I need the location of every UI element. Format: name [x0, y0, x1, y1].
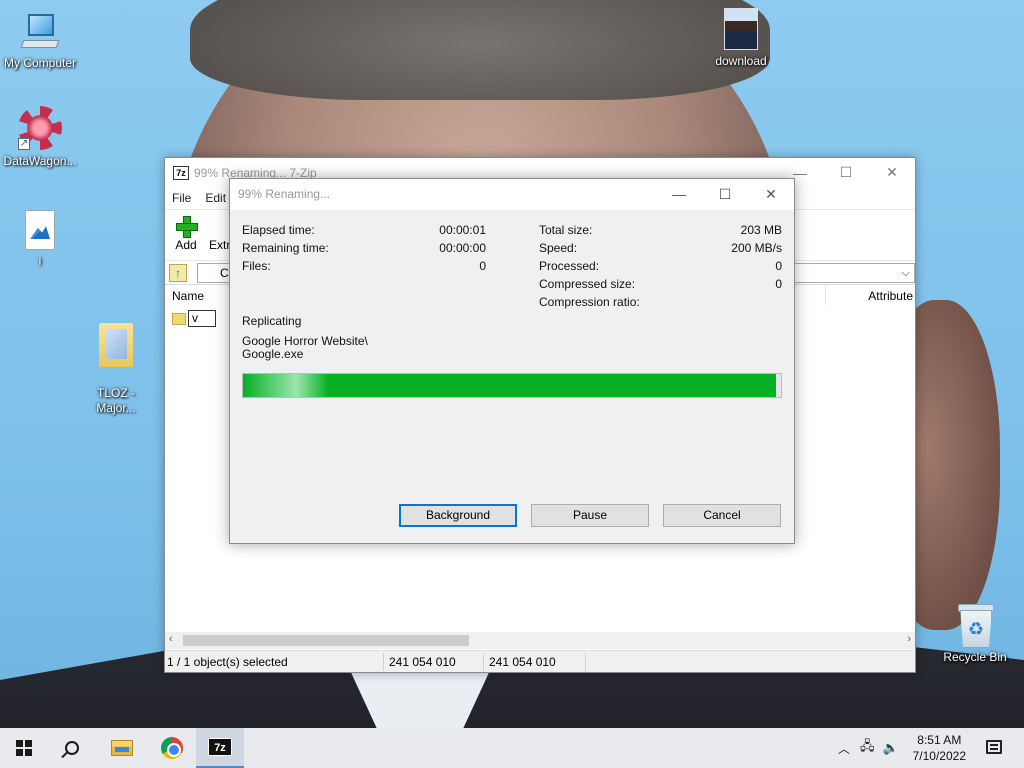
add-button[interactable]: Add — [171, 214, 201, 252]
total-size-label: Total size: — [539, 223, 593, 237]
chrome-icon — [161, 737, 183, 759]
background-button[interactable]: Background — [399, 504, 517, 527]
datawagon-star-icon: ↗ — [18, 106, 62, 150]
menu-edit[interactable]: Edit — [205, 191, 226, 205]
taskbar-file-explorer[interactable] — [98, 728, 146, 768]
desktop-icon-image-file[interactable]: i — [0, 210, 80, 268]
extract-button[interactable]: Extr — [209, 238, 230, 252]
compressed-size-label: Compressed size: — [539, 277, 636, 291]
folder-icon — [99, 323, 133, 367]
elapsed-time-label: Elapsed time: — [242, 223, 315, 237]
scroll-left-icon[interactable]: ‹ — [169, 633, 173, 645]
wallpaper-hair — [190, 0, 770, 100]
dialog-titlebar[interactable]: 99% Renaming... — ☐ ✕ — [230, 179, 794, 210]
files-value: 0 — [479, 259, 486, 273]
scroll-right-icon[interactable]: › — [907, 633, 911, 645]
photo-file-icon — [724, 8, 758, 50]
dialog-minimize-button[interactable]: — — [656, 179, 702, 210]
close-button[interactable]: ✕ — [869, 158, 915, 187]
compression-ratio-label: Compression ratio: — [539, 295, 640, 309]
desktop-icon-label: download — [715, 54, 767, 68]
7zip-icon: 7z — [208, 738, 232, 756]
desktop-icon-datawagon[interactable]: ↗ DataWagon... — [0, 106, 80, 168]
cancel-button[interactable]: Cancel — [663, 504, 781, 527]
desktop-icon-recycle-bin[interactable]: Recycle Bin — [935, 604, 1015, 664]
image-file-icon — [25, 210, 55, 250]
desktop-icon-download[interactable]: download — [701, 8, 781, 68]
progress-dialog: 99% Renaming... — ☐ ✕ Elapsed time: 00:0… — [229, 178, 795, 544]
status-selected: 1 / 1 object(s) selected — [167, 655, 288, 669]
recycle-bin-icon — [956, 604, 994, 646]
windows-logo-icon — [16, 740, 32, 756]
action-center-icon[interactable] — [986, 740, 1002, 754]
taskbar-chrome[interactable] — [148, 728, 196, 768]
speed-value: 200 MB/s — [731, 241, 782, 255]
menu-file[interactable]: File — [172, 191, 191, 205]
desktop-icon-label: My Computer — [3, 56, 77, 70]
desktop-icon-label: DataWagon... — [3, 154, 77, 168]
pause-button[interactable]: Pause — [531, 504, 649, 527]
computer-icon — [20, 12, 60, 52]
show-hidden-icons-chevron-icon[interactable]: ︿ — [838, 740, 850, 757]
clock-date: 7/10/2022 — [912, 749, 966, 763]
desktop-icon-label: TLOZ - Major... — [96, 386, 136, 415]
desktop-icon-my-computer[interactable]: My Computer — [0, 12, 80, 70]
processed-value: 0 — [775, 259, 782, 273]
rename-input[interactable]: v — [188, 310, 216, 327]
progress-bar-fill — [243, 374, 776, 397]
add-label: Add — [175, 238, 197, 252]
plus-icon — [176, 216, 198, 238]
taskbar-clock[interactable]: 8:51 AM 7/10/2022 — [913, 732, 966, 764]
current-path-line1: Google Horror Website\ — [242, 334, 368, 348]
dialog-maximize-button[interactable]: ☐ — [702, 179, 748, 210]
file-explorer-icon — [111, 740, 133, 756]
current-path-line2: Google.exe — [242, 347, 304, 361]
network-icon[interactable]: 🖧 — [860, 737, 875, 759]
dialog-close-button[interactable]: ✕ — [748, 179, 794, 210]
remaining-time-label: Remaining time: — [242, 241, 329, 255]
taskbar: 7z ︿ 🖧 🔈 8:51 AM 7/10/2022 — [0, 728, 1024, 768]
status-packed-size: 241 054 010 — [489, 655, 556, 669]
7zip-app-icon: 7z — [173, 165, 189, 180]
start-button[interactable] — [0, 728, 48, 768]
shortcut-arrow-icon: ↗ — [18, 138, 30, 150]
folder-icon — [172, 312, 186, 325]
desktop-icon-label: i — [38, 254, 42, 268]
total-size-value: 203 MB — [740, 223, 782, 237]
scrollbar-thumb[interactable] — [183, 635, 469, 646]
chevron-down-icon[interactable]: ⌵ — [902, 264, 910, 282]
volume-icon[interactable]: 🔈 — [883, 740, 899, 756]
column-attributes[interactable]: Attribute — [868, 289, 913, 303]
status-size: 241 054 010 — [389, 655, 456, 669]
address-text: C — [220, 266, 229, 280]
horizontal-scrollbar[interactable]: ‹ › — [165, 632, 915, 649]
column-name[interactable]: Name — [172, 289, 204, 303]
processed-label: Processed: — [539, 259, 600, 273]
operation-label: Replicating — [242, 314, 302, 328]
file-list-row[interactable]: v — [172, 310, 216, 327]
search-button[interactable] — [48, 728, 96, 768]
files-label: Files: — [242, 259, 271, 273]
elapsed-time-value: 00:00:01 — [439, 223, 486, 237]
system-tray: ︿ 🖧 🔈 — [838, 728, 899, 768]
extract-label: Extr — [209, 238, 231, 252]
compressed-size-value: 0 — [775, 277, 782, 291]
clock-time: 8:51 AM — [917, 733, 962, 747]
status-bar: 1 / 1 object(s) selected 241 054 010 241… — [165, 650, 915, 672]
dialog-title: 99% Renaming... — [238, 187, 331, 201]
taskbar-7zip[interactable]: 7z — [196, 728, 244, 768]
desktop-icon-label: Recycle Bin — [943, 650, 1007, 664]
search-icon — [65, 741, 79, 755]
remaining-time-value: 00:00:00 — [439, 241, 486, 255]
desktop-icon-tloz-folder[interactable]: TLOZ - Major... — [76, 308, 156, 431]
progress-bar — [242, 373, 782, 398]
speed-label: Speed: — [539, 241, 578, 255]
maximize-button[interactable]: ☐ — [823, 158, 869, 187]
up-folder-icon[interactable]: ↑ — [169, 263, 187, 282]
